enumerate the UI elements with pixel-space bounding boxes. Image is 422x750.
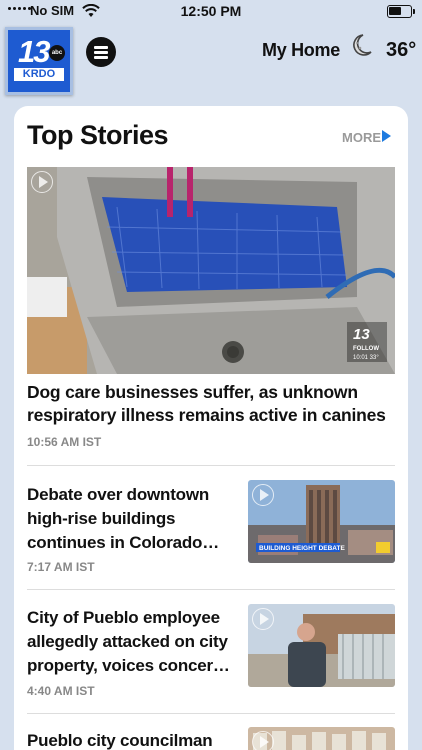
story-timestamp: 7:17 AM IST <box>27 560 95 574</box>
play-icon <box>31 171 53 193</box>
logo-network: abc <box>49 45 65 61</box>
story-timestamp: 10:56 AM IST <box>27 435 102 449</box>
location-label[interactable]: My Home <box>262 40 340 61</box>
hero-thumb-clock: 10:01 33° <box>353 355 379 361</box>
story-headline[interactable]: Pueblo city councilman <box>27 729 242 750</box>
story-headline[interactable]: Dog care businesses suffer, as unknown r… <box>27 381 395 427</box>
play-icon <box>252 484 274 506</box>
story-divider <box>27 465 395 466</box>
story-divider <box>27 713 395 714</box>
status-bar: No SIM 12:50 PM <box>0 0 422 24</box>
temperature-label[interactable]: 36° <box>386 39 416 62</box>
section-title: Top Stories <box>27 120 169 150</box>
hero-photo: 13 FOLLOW 10:01 33° <box>27 167 395 374</box>
story-headline[interactable]: City of Pueblo employee allegedly attack… <box>27 606 242 678</box>
story-thumbnail[interactable] <box>248 604 395 687</box>
play-icon <box>252 731 274 750</box>
story-headline[interactable]: Debate over downtown high-rise buildings… <box>27 483 242 555</box>
more-link[interactable]: MORE <box>342 130 381 145</box>
battery-icon <box>387 5 415 18</box>
clock-time: 12:50 PM <box>180 3 242 19</box>
hero-story-image[interactable]: 13 FOLLOW 10:01 33° <box>27 167 395 374</box>
story-divider <box>27 589 395 590</box>
logo-number: 13 <box>18 34 51 69</box>
play-icon <box>252 608 274 630</box>
arrow-right-icon[interactable] <box>382 130 391 142</box>
story-timestamp: 4:40 AM IST <box>27 684 95 698</box>
station-logo[interactable]: 13 abc KRDO <box>5 27 73 95</box>
hero-thumb-caption: FOLLOW <box>353 346 379 352</box>
story-thumbnail[interactable] <box>248 727 395 750</box>
thumbnail-caption: BUILDING HEIGHT DEBATE <box>259 545 345 552</box>
top-stories-card: Top Stories MORE 13 FOLLOW 10:01 33° Dog… <box>14 106 408 750</box>
logo-callsign: KRDO <box>14 68 64 81</box>
hero-thumb-logo: 13 <box>353 326 370 343</box>
hamburger-menu-button[interactable] <box>86 37 116 67</box>
moon-icon[interactable] <box>351 33 373 57</box>
story-thumbnail[interactable]: BUILDING HEIGHT DEBATE <box>248 480 395 563</box>
